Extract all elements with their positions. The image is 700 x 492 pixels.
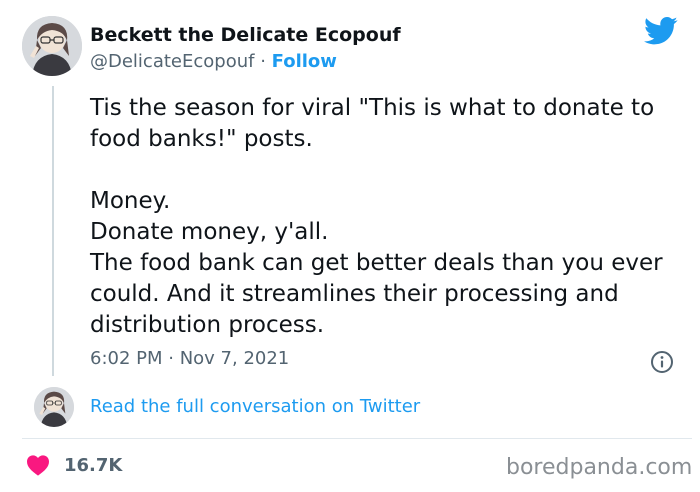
avatar-illustration-small — [34, 387, 74, 427]
twitter-bird-icon[interactable] — [644, 16, 678, 46]
handle-separator: · — [254, 51, 272, 72]
author-handle[interactable]: @DelicateEcopouf — [90, 51, 254, 72]
boredpanda-watermark: boredpanda.com — [506, 455, 693, 480]
tweet-line-donate: Donate money, y'all. — [90, 219, 329, 245]
avatar-illustration — [22, 16, 82, 76]
tweet-line-body: The food bank can get better deals than … — [90, 250, 663, 338]
author-display-name[interactable]: Beckett the Delicate Ecopouf — [90, 24, 401, 46]
thread-connector-line — [52, 86, 54, 376]
author-handle-row: @DelicateEcopouf · Follow — [90, 51, 337, 72]
conversation-avatar[interactable] — [34, 387, 74, 427]
follow-button[interactable]: Follow — [272, 51, 337, 72]
read-full-conversation-link[interactable]: Read the full conversation on Twitter — [90, 396, 420, 417]
author-avatar[interactable] — [22, 16, 82, 76]
footer-divider — [22, 438, 692, 439]
like-count[interactable]: 16.7K — [64, 455, 122, 476]
tweet-line-money: Money. — [90, 188, 171, 214]
tweet-card: Beckett the Delicate Ecopouf @DelicateEc… — [0, 0, 700, 492]
tweet-text: Tis the season for viral "This is what t… — [90, 93, 690, 341]
info-icon[interactable] — [650, 350, 674, 374]
tweet-paragraph-intro: Tis the season for viral "This is what t… — [90, 95, 655, 152]
tweet-timestamp[interactable]: 6:02 PM · Nov 7, 2021 — [90, 348, 289, 369]
heart-icon[interactable] — [26, 454, 50, 476]
